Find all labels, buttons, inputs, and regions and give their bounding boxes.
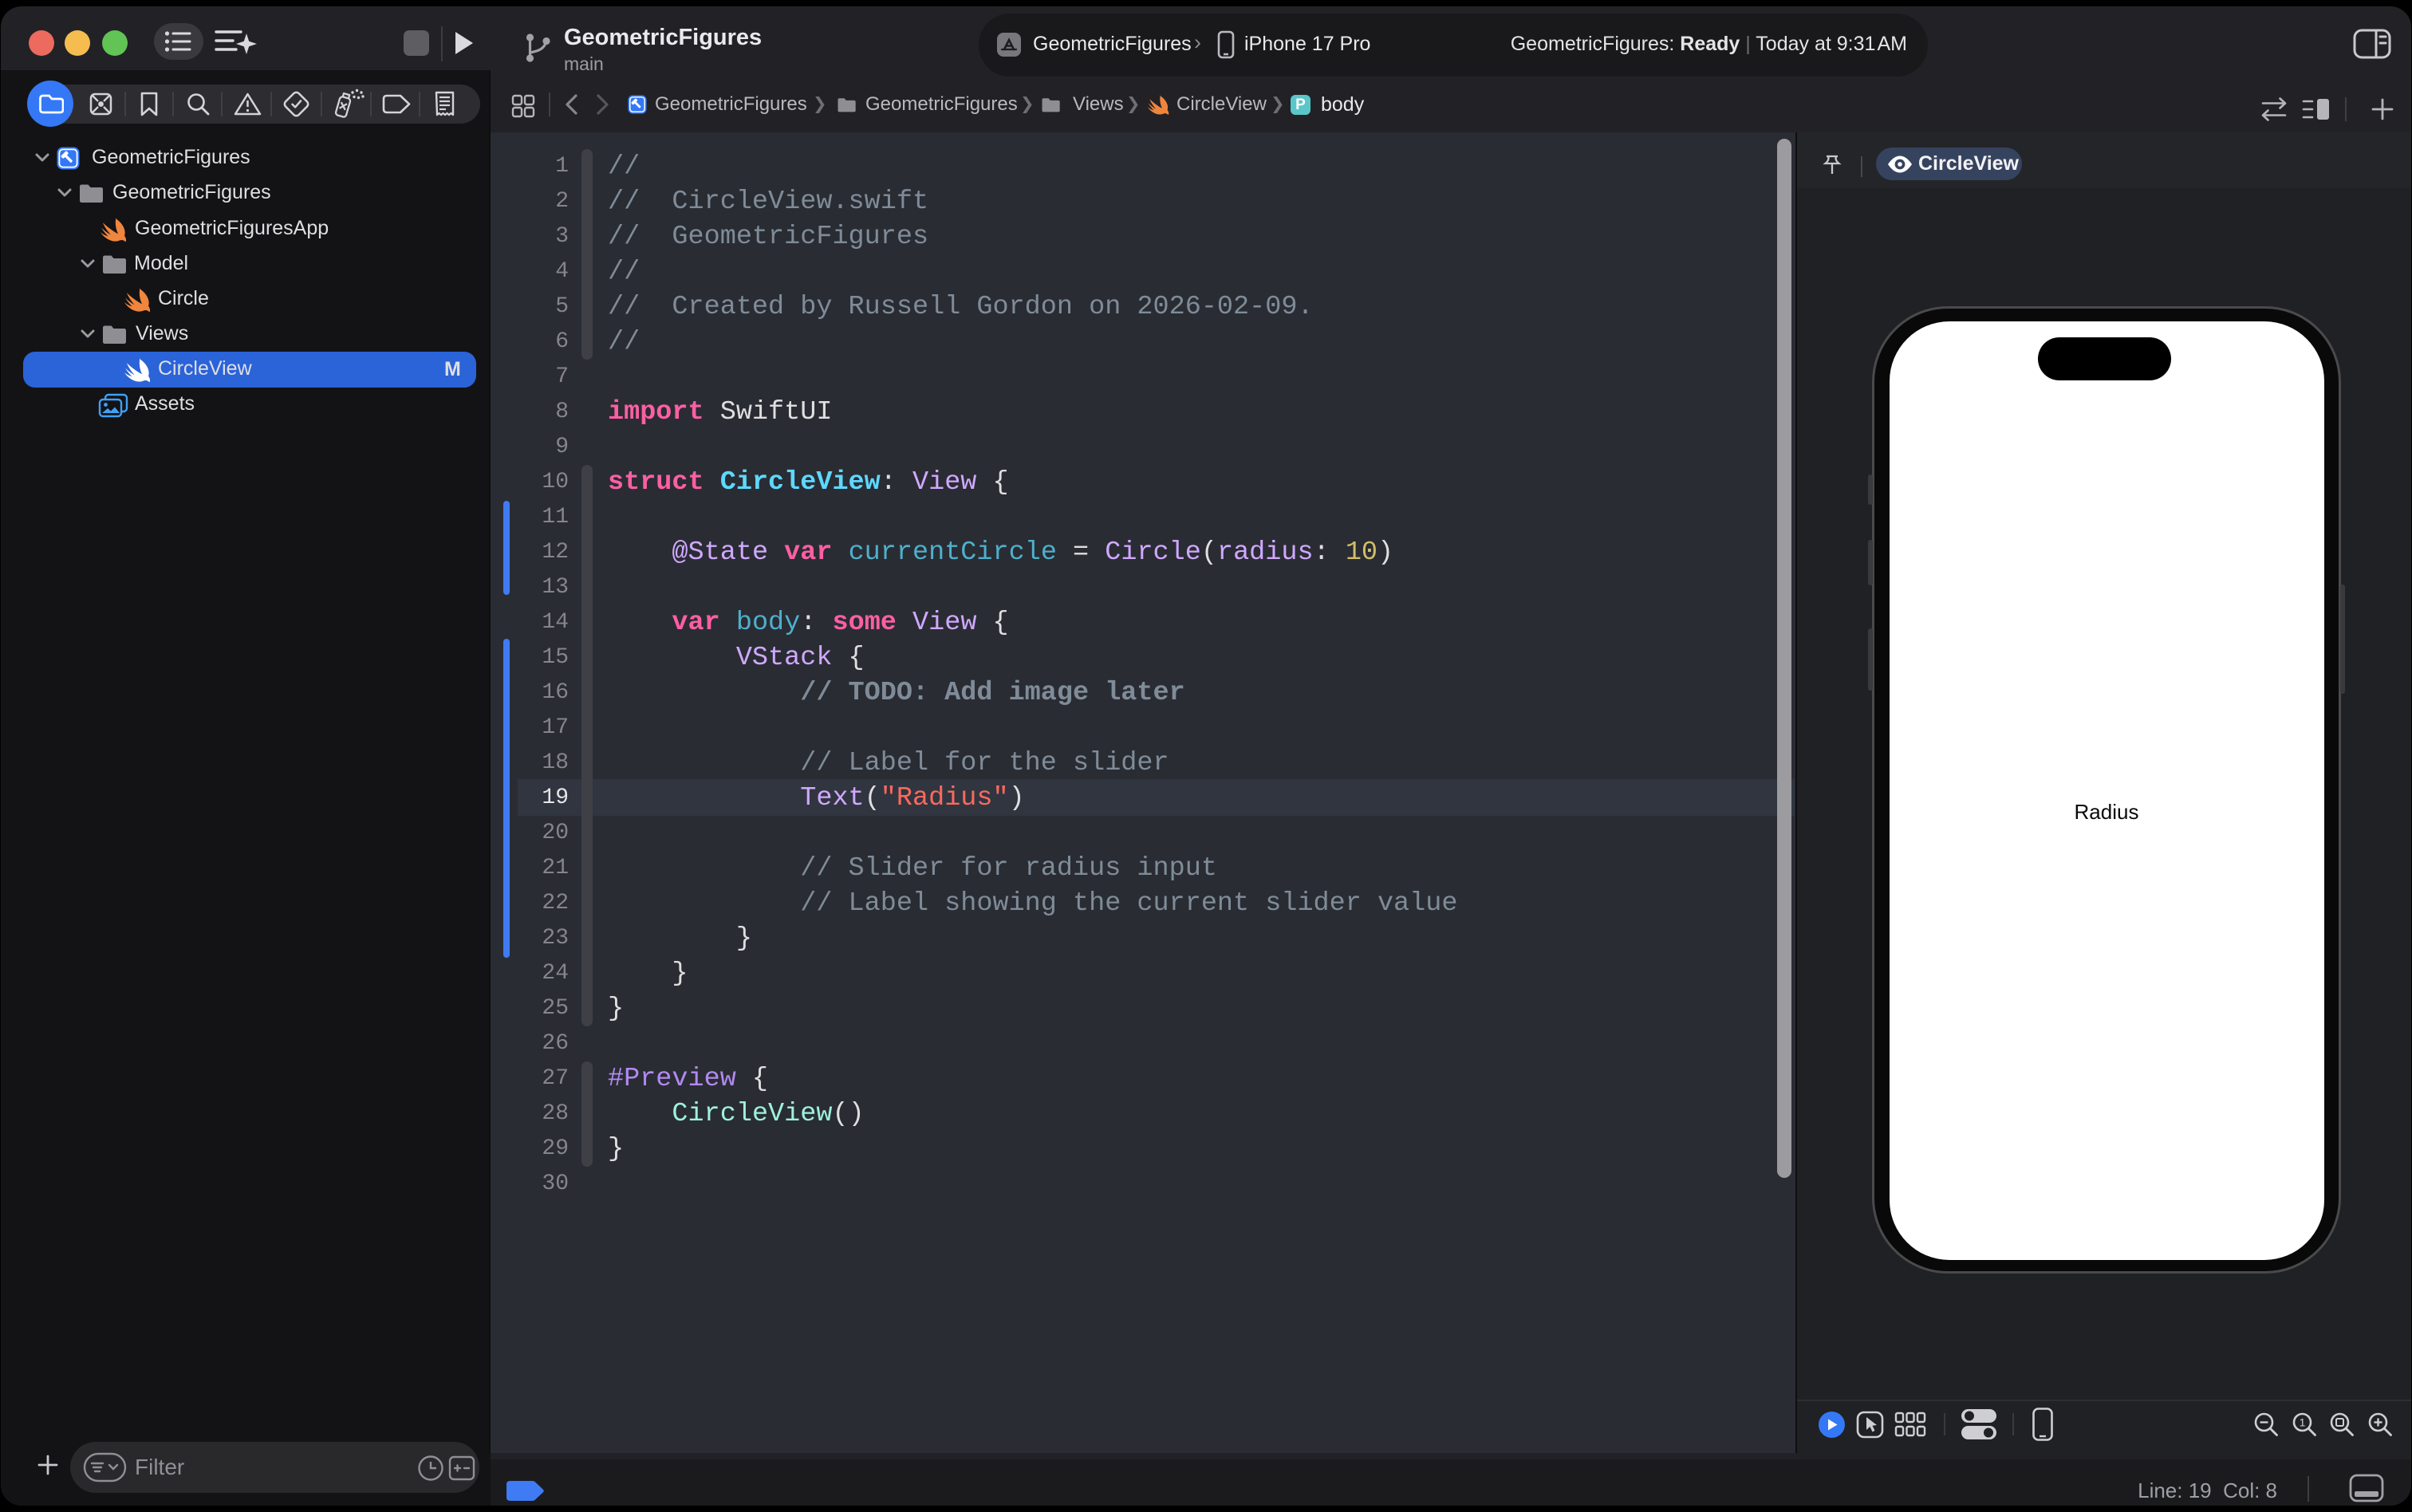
svg-text:1: 1 xyxy=(2300,1416,2306,1429)
